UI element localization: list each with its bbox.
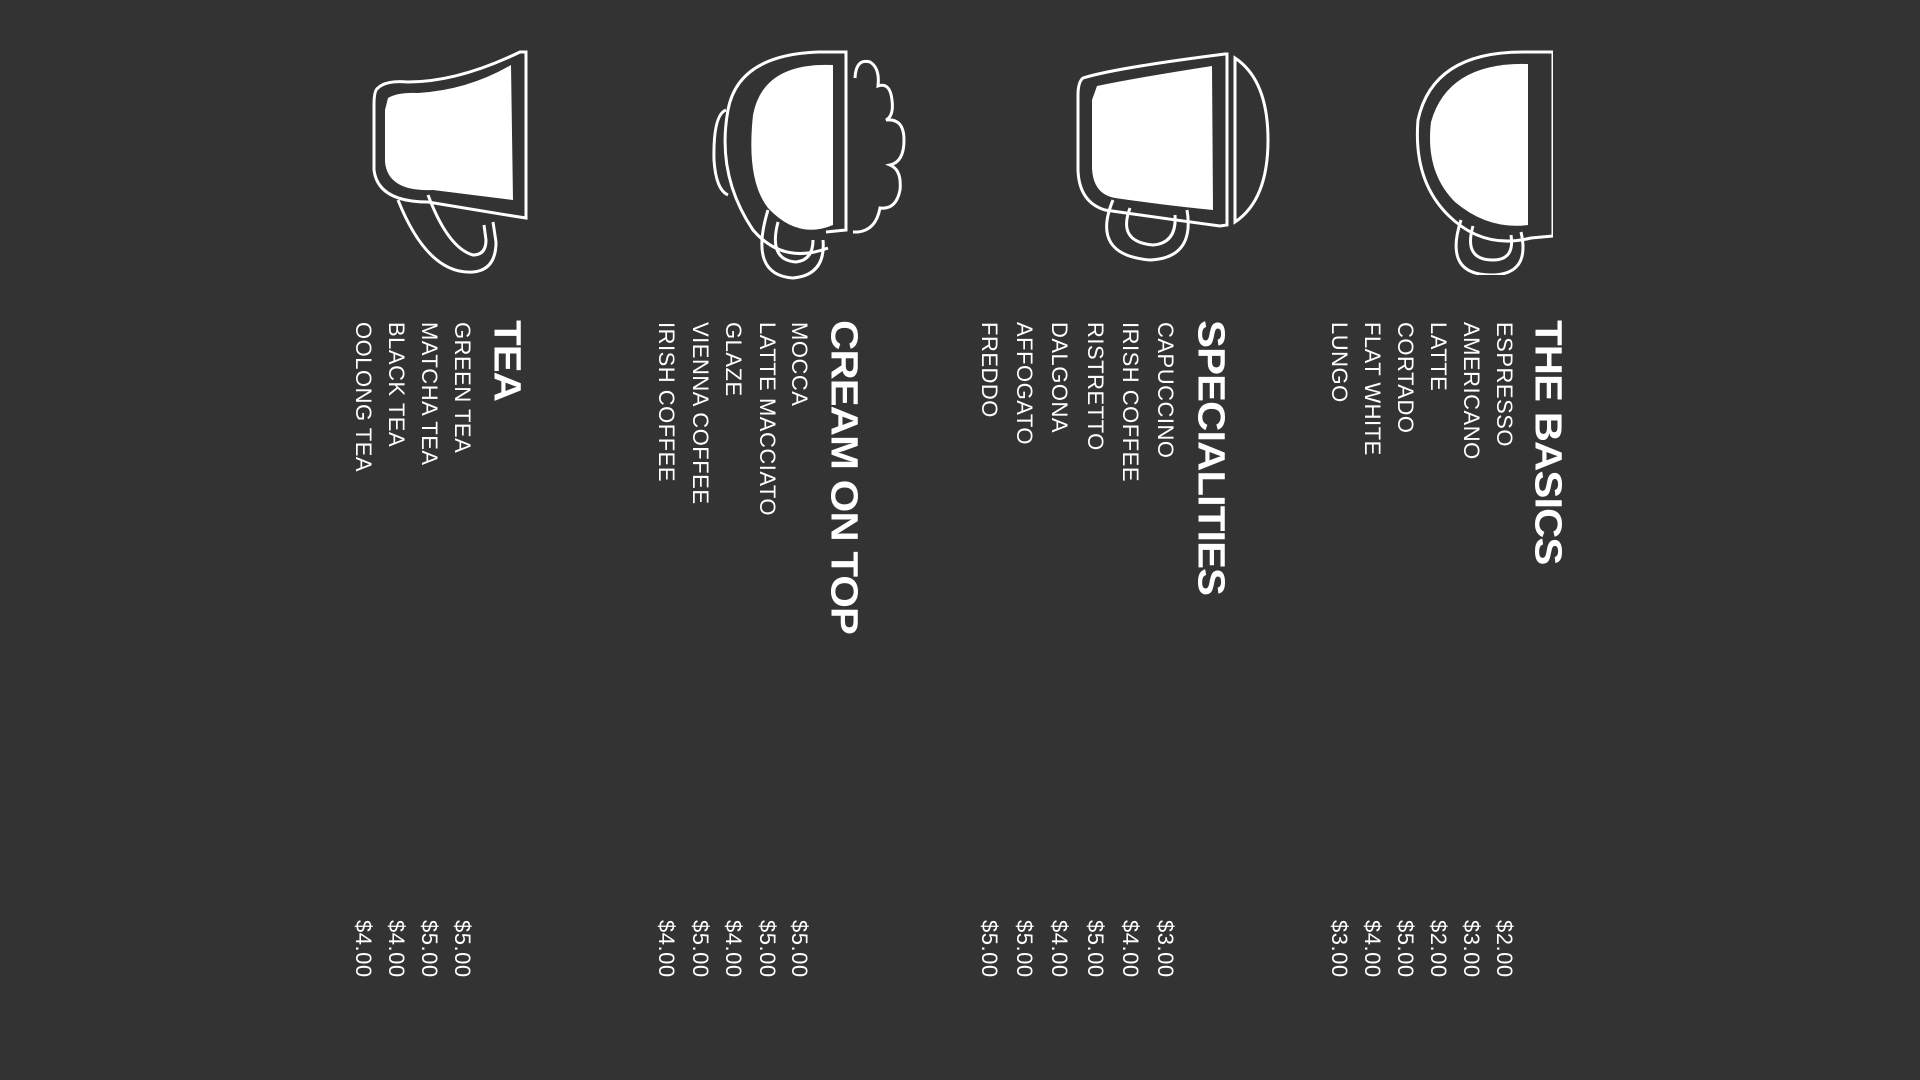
specialty-cup-icon [1075, 50, 1270, 265]
menu-item-price: $4.00 [1047, 920, 1072, 978]
menu-item-price: $4.00 [721, 920, 746, 978]
tea-cup-icon [368, 50, 538, 275]
menu-item-name: ESPRESSO [1492, 322, 1517, 448]
section-title: SPECIALITIES [1190, 320, 1233, 596]
menu-item-name: IRISH COFFEE [1118, 322, 1143, 483]
menu-item-name: LATTE MACCIATO [755, 322, 780, 517]
menu-item-name: GREEN TEA [450, 322, 475, 454]
section-title: THE BASICS [1527, 320, 1570, 565]
menu-item-name: MATCHA TEA [417, 322, 442, 466]
menu-item-name: GLAZE [721, 322, 746, 397]
menu-item-price: $5.00 [787, 920, 812, 978]
menu-item-name: LATTE [1426, 322, 1451, 392]
menu-item-price: $5.00 [688, 920, 713, 978]
menu-item-name: CORTADO [1393, 322, 1418, 434]
menu-item-name: OOLONG TEA [351, 322, 376, 473]
section-title: CREAM ON TOP [823, 320, 866, 634]
menu-item-price: $5.00 [755, 920, 780, 978]
coffee-menu: TEA GREEN TEA MATCHA TEA BLACK TEA OOLON… [0, 0, 1920, 1080]
menu-item-price: $5.00 [977, 920, 1002, 978]
menu-item-price: $3.00 [1153, 920, 1178, 978]
section-title: TEA [486, 320, 529, 401]
menu-item-name: CAPUCCINO [1153, 322, 1178, 459]
menu-item-name: IRISH COFFEE [654, 322, 679, 483]
menu-item-name: AMERICANO [1459, 322, 1484, 460]
menu-item-name: RISTRETTO [1083, 322, 1108, 451]
menu-item-price: $4.00 [351, 920, 376, 978]
menu-item-price: $4.00 [1118, 920, 1143, 978]
cream-cup-icon [708, 50, 908, 280]
menu-item-price: $2.00 [1492, 920, 1517, 978]
menu-item-price: $5.00 [1012, 920, 1037, 978]
menu-item-price: $2.00 [1426, 920, 1451, 978]
menu-item-price: $5.00 [1393, 920, 1418, 978]
menu-item-name: LUNGO [1327, 322, 1352, 403]
menu-item-price: $5.00 [1083, 920, 1108, 978]
menu-item-name: BLACK TEA [384, 322, 409, 448]
menu-item-price: $4.00 [384, 920, 409, 978]
menu-item-name: AFFOGATO [1012, 322, 1037, 445]
espresso-cup-icon [1413, 50, 1553, 275]
menu-item-price: $3.00 [1327, 920, 1352, 978]
menu-item-price: $4.00 [654, 920, 679, 978]
menu-item-name: VIENNA COFFEE [688, 322, 713, 505]
menu-item-price: $3.00 [1459, 920, 1484, 978]
menu-item-name: FLAT WHITE [1360, 322, 1385, 456]
menu-item-price: $5.00 [417, 920, 442, 978]
menu-item-name: FREDDO [977, 322, 1002, 418]
menu-item-price: $4.00 [1360, 920, 1385, 978]
menu-item-name: MOCCA [787, 322, 812, 407]
menu-item-price: $5.00 [450, 920, 475, 978]
menu-item-name: DALGONA [1047, 322, 1072, 434]
